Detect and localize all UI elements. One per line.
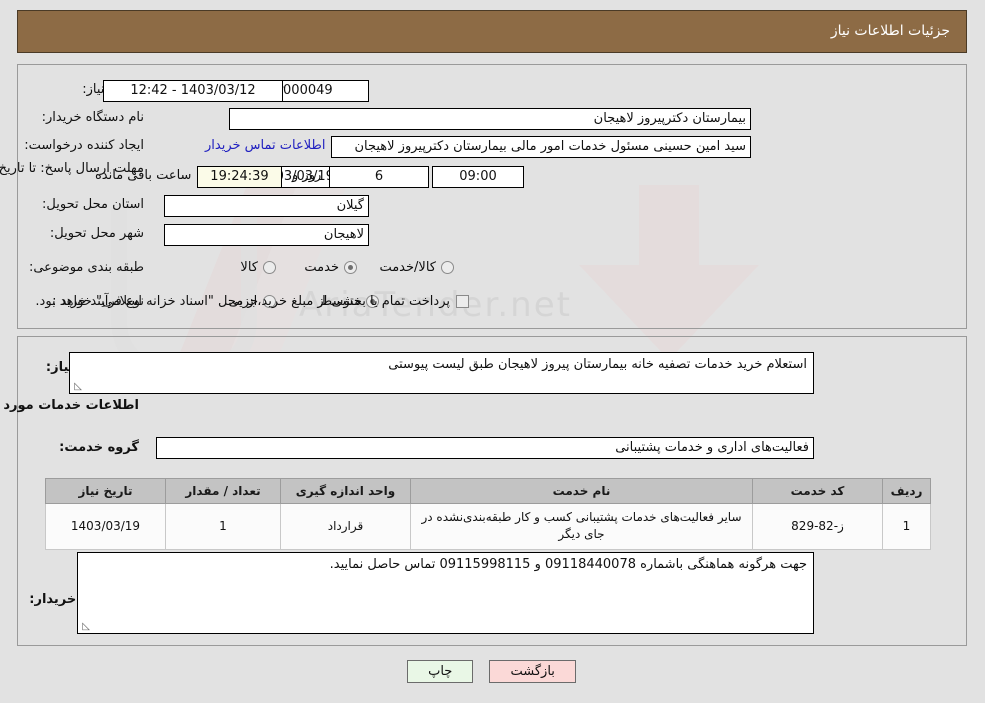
buyer-notes-textarea[interactable]: جهت هرگونه هماهنگی باشماره 09118440078 و… xyxy=(78,552,815,634)
col-service-name: نام خدمت xyxy=(411,478,754,504)
cell-service-code: ز-82-829 xyxy=(753,503,884,550)
col-service-code: کد خدمت xyxy=(753,478,884,504)
cell-need-date: 1403/03/19 xyxy=(46,503,167,550)
cell-row-no: 1 xyxy=(883,503,932,550)
summary-value: استعلام خرید خدمات تصفیه خانه بیمارستان … xyxy=(389,357,808,372)
print-button[interactable]: چاپ xyxy=(408,660,475,683)
buyer-notes-value: جهت هرگونه هماهنگی باشماره 09118440078 و… xyxy=(330,557,808,572)
cell-unit: قرارداد xyxy=(281,503,412,550)
cell-service-name: سایر فعالیت‌های خدمات پشتیبانی کسب و کار… xyxy=(411,503,754,550)
resize-grip-icon[interactable]: ◺ xyxy=(81,622,91,632)
resize-grip-icon[interactable]: ◺ xyxy=(73,382,83,392)
need-info-panel xyxy=(18,64,968,329)
services-heading: اطلاعات خدمات مورد نیاز xyxy=(0,398,140,413)
footer-buttons: بازگشت چاپ xyxy=(0,660,985,683)
table-header-row: ردیف کد خدمت نام خدمت واحد اندازه گیری ت… xyxy=(46,478,932,504)
service-group-label: گروه خدمت: xyxy=(60,440,140,455)
summary-textarea[interactable]: استعلام خرید خدمات تصفیه خانه بیمارستان … xyxy=(70,352,815,394)
page-root: AriaTender.net جزئیات اطلاعات نیاز شماره… xyxy=(0,0,985,703)
page-title: جزئیات اطلاعات نیاز xyxy=(831,23,951,39)
window-titlebar: جزئیات اطلاعات نیاز xyxy=(18,10,968,53)
col-row-no: ردیف xyxy=(883,478,932,504)
table-row: 1 ز-82-829 سایر فعالیت‌های خدمات پشتیبان… xyxy=(46,503,932,550)
services-table: ردیف کد خدمت نام خدمت واحد اندازه گیری ت… xyxy=(46,478,932,550)
col-quantity: تعداد / مقدار xyxy=(166,478,282,504)
cell-quantity: 1 xyxy=(166,503,282,550)
col-need-date: تاریخ نیاز xyxy=(46,478,167,504)
col-unit: واحد اندازه گیری xyxy=(281,478,412,504)
back-button[interactable]: بازگشت xyxy=(490,660,577,683)
